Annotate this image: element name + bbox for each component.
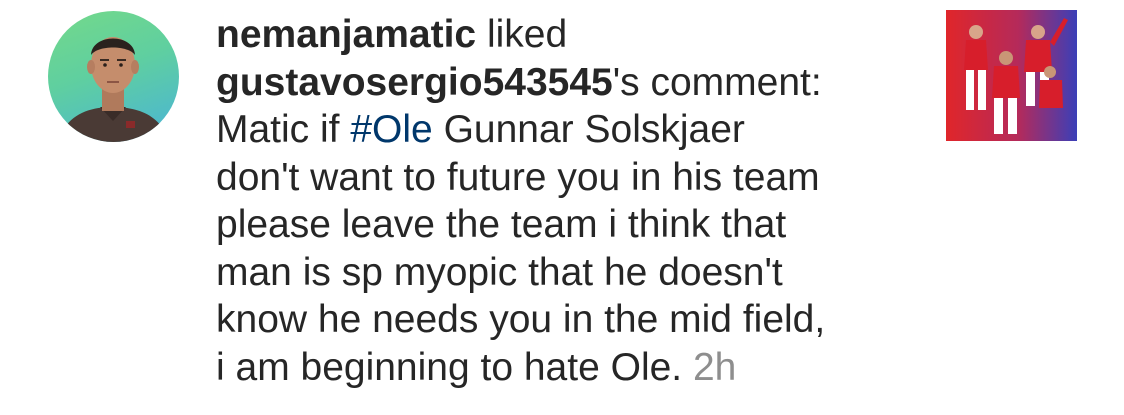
timestamp: 2h <box>692 345 737 389</box>
target-suffix: 's comment: <box>612 60 822 104</box>
target-username[interactable]: gustavosergio543545 <box>216 61 613 104</box>
comment-text: Gunnar Solskjaer <box>432 108 745 151</box>
comment-line-3: please leave the team i think that <box>216 203 787 246</box>
actor-username[interactable]: nemanjamatic <box>216 13 476 56</box>
comment-line-1: Matic if #Ole Gunnar Solskjaer <box>216 106 916 154</box>
post-thumbnail-image <box>946 10 1077 141</box>
comment-line-6: i am beginning to hate Ole. 2h <box>216 344 916 392</box>
notification-line-1: nemanjamatic liked <box>216 11 916 59</box>
hashtag-link[interactable]: #Ole <box>350 108 432 151</box>
comment-text: i am beginning to hate Ole. <box>216 345 693 389</box>
avatar-photo <box>58 37 169 142</box>
notification-text: nemanjamatic liked gustavosergio543545's… <box>216 11 916 391</box>
comment-prefix: Matic if <box>216 108 351 151</box>
comment-line-5: know he needs you in the mid field, <box>216 298 826 341</box>
activity-notification[interactable]: nemanjamatic liked gustavosergio543545's… <box>0 0 1124 415</box>
comment-line-2: don't want to future you in his team <box>216 155 820 199</box>
avatar[interactable] <box>48 11 179 142</box>
post-thumbnail[interactable] <box>946 10 1077 141</box>
comment-line-4: man is sp myopic that he doesn't <box>216 250 783 294</box>
action-text: liked <box>476 13 568 56</box>
notification-line-2: gustavosergio543545's comment: <box>216 59 916 107</box>
